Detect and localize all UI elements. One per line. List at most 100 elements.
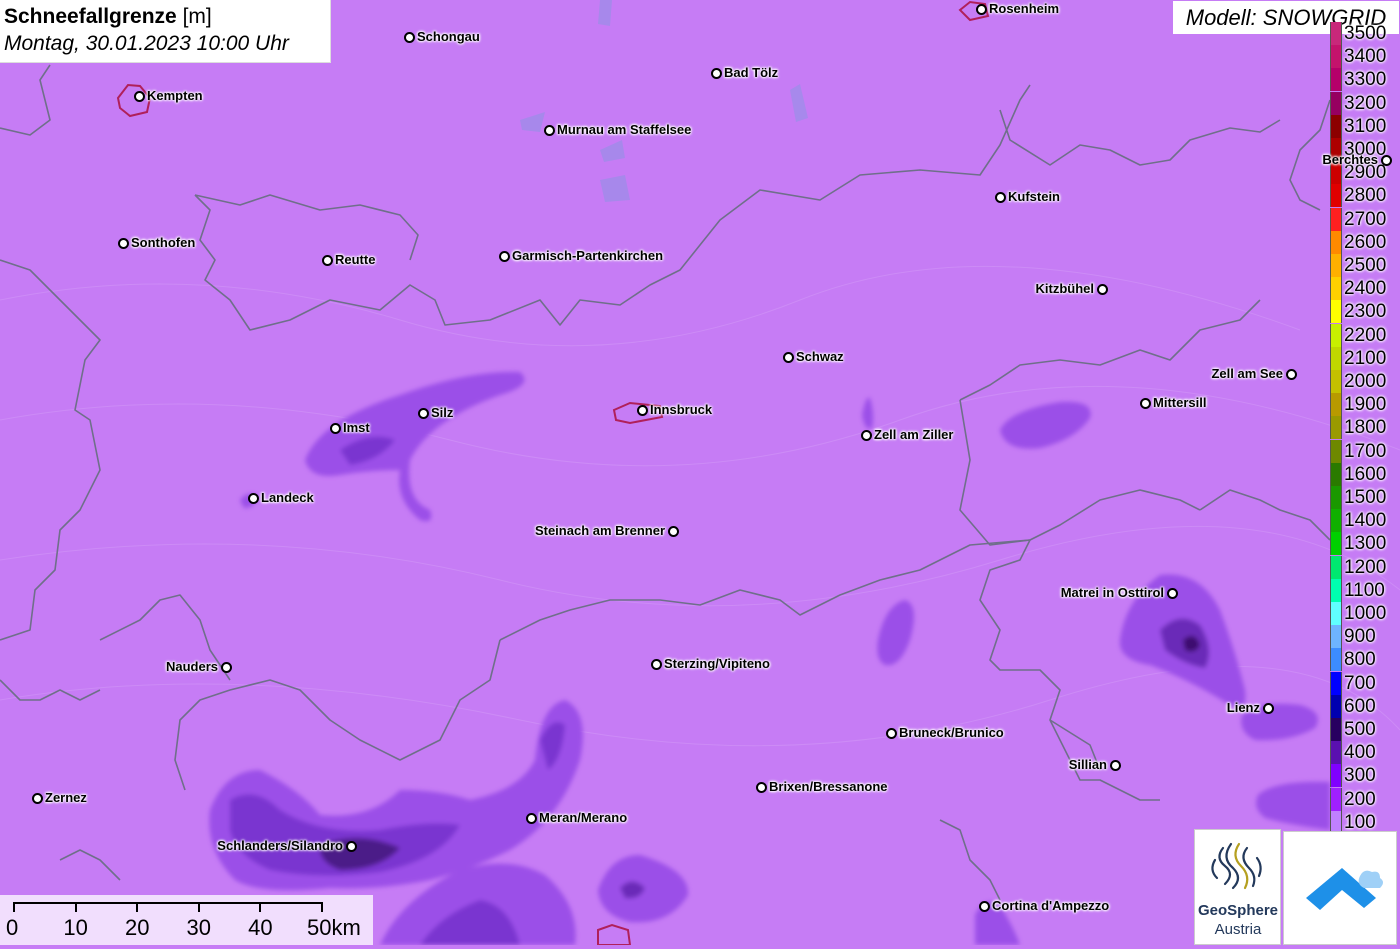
city-dot[interactable] — [1167, 588, 1178, 599]
city-dot[interactable] — [544, 125, 555, 136]
city-dot[interactable] — [976, 4, 987, 15]
scale-tick — [136, 902, 139, 912]
geosphere-icon — [1211, 842, 1262, 890]
city-dot[interactable] — [886, 728, 897, 739]
legend-label: 2200 — [1344, 324, 1387, 346]
legend-label: 1300 — [1344, 533, 1387, 555]
legend-label: 600 — [1344, 695, 1376, 717]
city-label: Berchtes — [1322, 152, 1378, 167]
map-date: Montag, 30.01.2023 10:00 Uhr — [4, 32, 289, 55]
city-label: Matrei in Osttirol — [1060, 585, 1164, 600]
map-canvas[interactable] — [0, 0, 1400, 945]
legend-row-2800: 2800 — [1330, 184, 1400, 208]
legend-label: 3200 — [1344, 92, 1387, 114]
city-dot[interactable] — [404, 32, 415, 43]
city-dot[interactable] — [322, 255, 333, 266]
legend-row-3400: 3400 — [1330, 45, 1400, 69]
legend-row-2300: 2300 — [1330, 300, 1400, 324]
legend-row-1200: 1200 — [1330, 555, 1400, 579]
legend-label: 700 — [1344, 672, 1376, 694]
city-label: Schongau — [417, 29, 480, 44]
legend-row-1100: 1100 — [1330, 578, 1400, 602]
city-dot[interactable] — [668, 526, 679, 537]
legend-swatch — [1330, 300, 1342, 324]
city-dot[interactable] — [526, 813, 537, 824]
city-dot[interactable] — [418, 408, 429, 419]
legend-row-400: 400 — [1330, 741, 1400, 765]
city-dot[interactable] — [711, 68, 722, 79]
city-label: Zell am Ziller — [874, 427, 954, 442]
city-dot[interactable] — [1140, 398, 1151, 409]
legend-label: 1800 — [1344, 417, 1387, 439]
scale-tick — [321, 902, 323, 912]
legend-label: 1500 — [1344, 487, 1387, 508]
scale-tick — [259, 902, 262, 912]
city-dot[interactable] — [346, 841, 357, 852]
city-dot[interactable] — [1286, 369, 1297, 380]
city-dot[interactable] — [330, 423, 341, 434]
legend-swatch — [1330, 555, 1342, 579]
legend-label: 900 — [1344, 626, 1376, 648]
city-dot[interactable] — [995, 192, 1006, 203]
city-label: Mittersill — [1153, 395, 1207, 410]
city-label: Nauders — [165, 659, 218, 674]
legend-swatch — [1330, 114, 1342, 138]
legend-label: 1000 — [1344, 603, 1387, 624]
legend-swatch — [1330, 694, 1342, 718]
legend-label: 800 — [1344, 649, 1376, 671]
city-dot[interactable] — [1097, 284, 1108, 295]
city-dot[interactable] — [221, 662, 232, 673]
city-label: Lienz — [1226, 700, 1260, 715]
city-label: Meran/Merano — [539, 810, 628, 825]
legend-row-2100: 2100 — [1330, 346, 1400, 370]
city-dot[interactable] — [979, 901, 990, 912]
partner-logo — [1283, 831, 1397, 945]
legend-row-3300: 3300 — [1330, 68, 1400, 92]
city-dot[interactable] — [32, 793, 43, 804]
legend-row-700: 700 — [1330, 671, 1400, 695]
city-dot[interactable] — [861, 430, 872, 441]
legend-swatch — [1330, 439, 1342, 463]
city-label: Kufstein — [1008, 189, 1060, 204]
legend-label: 3300 — [1344, 69, 1387, 91]
legend-row-200: 200 — [1330, 787, 1400, 811]
city-label: Kempten — [147, 88, 203, 103]
legend-swatch — [1330, 393, 1342, 417]
legend-swatch — [1330, 764, 1342, 788]
geosphere-country: Austria — [1214, 921, 1262, 938]
city-dot[interactable] — [1110, 760, 1121, 771]
city-dot[interactable] — [134, 91, 145, 102]
city-dot[interactable] — [637, 405, 648, 416]
legend-label: 500 — [1344, 719, 1376, 740]
legend-row-1000: 1000 — [1330, 602, 1400, 625]
city-dot[interactable] — [1381, 155, 1392, 166]
legend-label: 1100 — [1344, 579, 1385, 601]
city-dot[interactable] — [783, 352, 794, 363]
legend-label: 2400 — [1344, 278, 1387, 300]
city-label: Cortina d'Ampezzo — [992, 898, 1110, 913]
legend-swatch — [1330, 184, 1342, 208]
scale-label: 20 — [124, 915, 150, 940]
legend-swatch — [1330, 230, 1342, 254]
city-label: Sterzing/Vipiteno — [664, 656, 770, 671]
city-dot[interactable] — [756, 782, 767, 793]
scale-tick — [74, 902, 77, 912]
legend-label: 1600 — [1344, 463, 1387, 485]
city-dot[interactable] — [1263, 703, 1274, 714]
legend-label: 300 — [1344, 765, 1376, 787]
legend-label: 3400 — [1344, 46, 1387, 68]
city-label: Sillian — [1068, 757, 1107, 772]
legend-label: 3100 — [1344, 115, 1387, 137]
legend-row-900: 900 — [1330, 625, 1400, 649]
city-dot[interactable] — [499, 251, 510, 262]
city-dot[interactable] — [118, 238, 129, 249]
legend-swatch — [1330, 787, 1342, 811]
legend-label: 1700 — [1344, 440, 1387, 462]
city-dot[interactable] — [248, 493, 259, 504]
legend-label: 2600 — [1344, 231, 1387, 253]
legend-swatch — [1330, 22, 1342, 45]
scale-label: 50km — [307, 915, 361, 940]
legend-swatch — [1330, 741, 1342, 765]
city-label: Sonthofen — [131, 235, 196, 250]
city-dot[interactable] — [651, 659, 662, 670]
